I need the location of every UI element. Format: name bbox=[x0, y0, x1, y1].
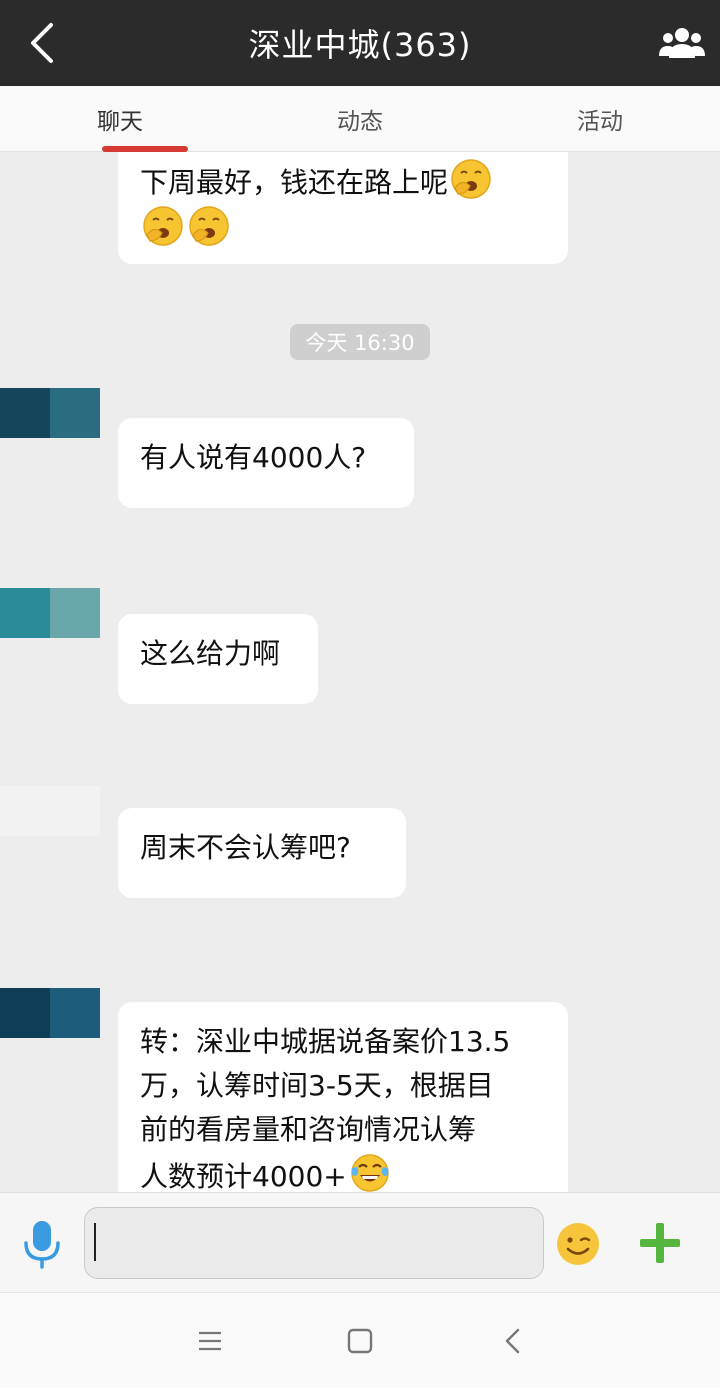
chat-message-list[interactable]: 下周最好，钱还在路上呢 今天 16:30 有人说有4000人? 这么给力啊 周末… bbox=[0, 152, 720, 1192]
home-square-icon bbox=[347, 1328, 373, 1354]
tears-of-joy-emoji-icon bbox=[350, 1154, 389, 1192]
text-caret bbox=[94, 1223, 96, 1261]
emoji-button[interactable] bbox=[555, 1221, 601, 1267]
message-bubble: 有人说有4000人? bbox=[118, 418, 414, 508]
message-text-line: 万，认筹时间3-5天，根据目 bbox=[140, 1069, 494, 1102]
yawning-face-emoji-icon bbox=[189, 206, 229, 246]
group-members-button[interactable] bbox=[656, 18, 708, 68]
message-timestamp: 今天 16:30 bbox=[290, 324, 430, 360]
message-text: 这么给力啊 bbox=[140, 637, 281, 670]
tab-activities[interactable]: 活动 bbox=[480, 86, 720, 151]
avatar[interactable] bbox=[0, 786, 100, 836]
group-members-icon bbox=[659, 28, 705, 58]
page-title: 深业中城(363) bbox=[248, 26, 472, 64]
message-bubble: 周末不会认筹吧? bbox=[118, 808, 406, 898]
yawning-face-emoji-icon bbox=[143, 206, 183, 246]
avatar[interactable] bbox=[0, 588, 100, 638]
message-text-line: 人数预计4000+ bbox=[140, 1160, 347, 1192]
microphone-icon bbox=[24, 1221, 60, 1269]
tab-moments[interactable]: 动态 bbox=[240, 86, 480, 151]
avatar[interactable] bbox=[0, 988, 100, 1038]
system-back-button[interactable] bbox=[492, 1321, 532, 1361]
smiley-face-icon bbox=[557, 1223, 599, 1265]
menu-icon bbox=[199, 1331, 221, 1351]
chat-header: 深业中城(363) bbox=[0, 0, 720, 86]
yawning-face-emoji-icon bbox=[451, 159, 491, 199]
menu-button[interactable] bbox=[190, 1321, 230, 1361]
message-bubble: 这么给力啊 bbox=[118, 614, 318, 704]
back-triangle-icon bbox=[505, 1328, 520, 1354]
message-text: 有人说有4000人? bbox=[140, 441, 367, 474]
message-text: 下周最好，钱还在路上呢 bbox=[140, 166, 449, 199]
message-text-line: 转：深业中城据说备案价13.5 bbox=[140, 1025, 511, 1058]
tab-bar: 聊天 动态 活动 bbox=[0, 86, 720, 152]
message-input[interactable] bbox=[84, 1207, 544, 1279]
system-navigation-bar bbox=[0, 1292, 720, 1388]
message-bubble: 转：深业中城据说备案价13.5 万，认筹时间3-5天，根据目 前的看房量和咨询情… bbox=[118, 1002, 568, 1192]
plus-icon bbox=[640, 1223, 680, 1263]
avatar[interactable] bbox=[0, 388, 100, 438]
voice-button[interactable] bbox=[20, 1219, 64, 1269]
tab-chat[interactable]: 聊天 bbox=[0, 86, 240, 151]
message-input-bar bbox=[0, 1192, 720, 1292]
more-actions-button[interactable] bbox=[636, 1219, 684, 1267]
message-text-line: 前的看房量和咨询情况认筹 bbox=[140, 1113, 477, 1146]
home-button[interactable] bbox=[340, 1321, 380, 1361]
message-bubble: 下周最好，钱还在路上呢 bbox=[118, 152, 568, 264]
message-text: 周末不会认筹吧? bbox=[140, 831, 351, 864]
